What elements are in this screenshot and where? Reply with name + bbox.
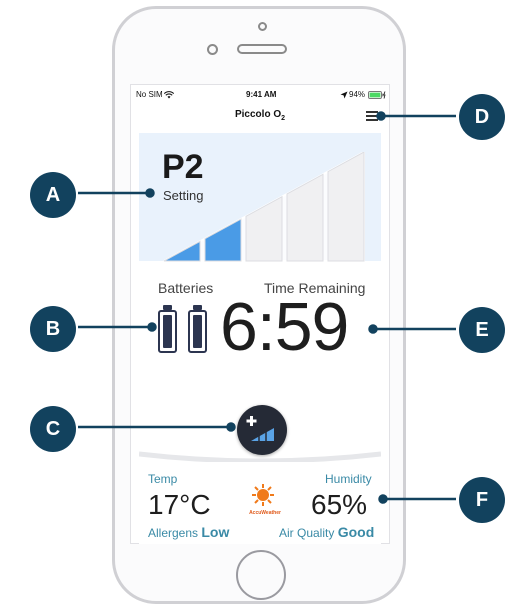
callout-a: A: [30, 172, 76, 218]
callout-f: F: [459, 477, 505, 523]
callout-b: B: [30, 306, 76, 352]
callout-e: E: [459, 307, 505, 353]
callout-leaders: [78, 111, 456, 504]
callout-c: C: [30, 406, 76, 452]
callout-d: D: [459, 94, 505, 140]
